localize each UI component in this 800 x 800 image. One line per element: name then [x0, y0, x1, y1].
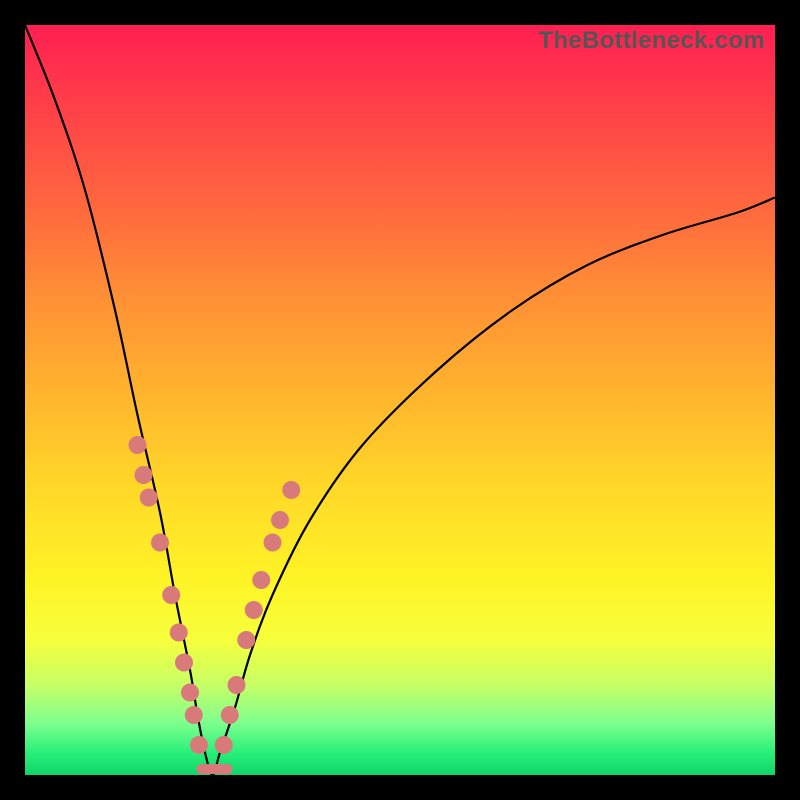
markers-right [215, 481, 301, 754]
data-marker [175, 654, 193, 672]
data-marker [181, 684, 199, 702]
data-marker [170, 624, 188, 642]
data-marker [135, 466, 153, 484]
data-marker [282, 481, 300, 499]
data-marker [140, 489, 158, 507]
data-marker [221, 706, 239, 724]
data-marker [271, 511, 289, 529]
data-marker [129, 436, 147, 454]
data-marker [151, 534, 169, 552]
data-marker [228, 676, 246, 694]
data-marker [237, 631, 255, 649]
data-marker [264, 534, 282, 552]
plot-area: TheBottleneck.com [25, 25, 775, 775]
bottleneck-curve-svg [25, 25, 775, 775]
data-marker [245, 601, 263, 619]
data-marker [185, 706, 203, 724]
data-marker [252, 571, 270, 589]
data-marker [190, 736, 208, 754]
data-marker [215, 736, 233, 754]
chart-frame: TheBottleneck.com [0, 0, 800, 800]
data-marker [162, 586, 180, 604]
bottleneck-curve [25, 25, 775, 775]
